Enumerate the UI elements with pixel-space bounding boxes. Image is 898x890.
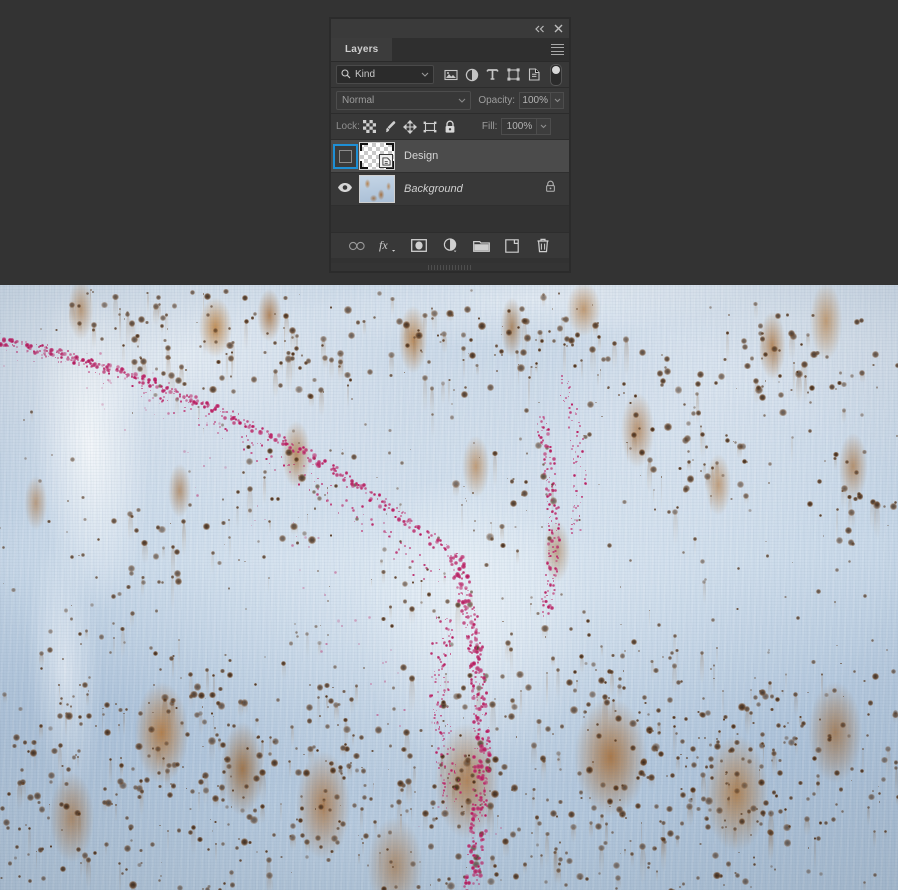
type-t-icon[interactable] xyxy=(482,65,503,84)
eye-icon[interactable] xyxy=(337,180,353,198)
close-icon[interactable] xyxy=(549,19,567,38)
shape-square-icon[interactable] xyxy=(503,65,524,84)
tab-layers-label: Layers xyxy=(345,44,379,55)
blend-mode-dropdown[interactable]: Normal xyxy=(336,91,472,110)
opacity-label: Opacity: xyxy=(478,95,515,106)
lock-icon[interactable] xyxy=(440,117,460,136)
fx-icon[interactable]: fx xyxy=(379,237,397,255)
svg-text:fx: fx xyxy=(379,238,388,252)
panel-titlebar[interactable] xyxy=(331,19,569,38)
panel-tab-bar: Layers xyxy=(331,38,569,62)
filter-kind-label: Kind xyxy=(355,69,376,80)
filter-type-buttons xyxy=(440,65,545,84)
layer-locked-lock-icon xyxy=(545,180,556,198)
lock-label: Lock: xyxy=(336,121,360,132)
folder-icon[interactable] xyxy=(472,237,490,255)
smart-object-badge-icon xyxy=(379,154,393,168)
image-icon[interactable] xyxy=(440,65,461,84)
opacity-stepper-chevron-down-icon[interactable] xyxy=(551,92,564,109)
layer-thumbnail-design[interactable] xyxy=(359,142,395,170)
adjustment-circle-icon[interactable] xyxy=(441,237,459,255)
layer-list: Design Background xyxy=(331,140,569,206)
layer-name-background[interactable]: Background xyxy=(404,183,545,195)
collapse-to-icons-icon[interactable] xyxy=(531,19,549,38)
smart-object-icon[interactable] xyxy=(524,65,545,84)
fill-input[interactable]: 100% xyxy=(501,118,538,135)
panel-footer-toolbar: fx xyxy=(331,232,569,258)
panel-menu-icon[interactable] xyxy=(551,44,564,55)
layer-thumbnail-background[interactable] xyxy=(359,175,395,203)
eye-hidden-icon[interactable] xyxy=(332,143,358,169)
layer-visibility-toggle-background[interactable] xyxy=(331,173,359,205)
toggle-knob xyxy=(552,65,560,74)
layers-panel: Layers Kind Normal Opacity: 100% Lock: F… xyxy=(330,18,570,272)
filter-kind-dropdown[interactable]: Kind xyxy=(336,65,434,84)
resize-grip[interactable] xyxy=(331,263,569,271)
link-icon[interactable] xyxy=(348,237,366,255)
artboard-icon[interactable] xyxy=(420,117,440,136)
tab-layers[interactable]: Layers xyxy=(331,38,393,61)
opacity-input[interactable]: 100% xyxy=(519,92,552,109)
resize-grip-marks xyxy=(428,264,472,270)
fill-label: Fill: xyxy=(481,121,498,132)
chevron-down-icon[interactable] xyxy=(421,70,429,79)
adjustment-circle-icon[interactable] xyxy=(461,65,482,84)
background-thumbnail-image xyxy=(360,176,394,202)
search-icon xyxy=(341,66,351,84)
move-arrows-icon[interactable] xyxy=(400,117,420,136)
layer-name-design[interactable]: Design xyxy=(404,150,569,162)
brush-icon[interactable] xyxy=(380,117,400,136)
chevron-down-icon[interactable] xyxy=(458,96,466,105)
new-layer-icon[interactable] xyxy=(503,237,521,255)
filter-enable-toggle[interactable] xyxy=(550,63,562,86)
layer-row-background[interactable]: Background xyxy=(331,173,569,206)
mask-icon[interactable] xyxy=(410,237,428,255)
lock-bar: Lock: Fill: 100% xyxy=(331,114,569,140)
texture-vignette xyxy=(0,285,898,890)
canvas-image-area[interactable] xyxy=(0,285,898,890)
blend-mode-bar: Normal Opacity: 100% xyxy=(331,88,569,114)
trash-icon[interactable] xyxy=(534,237,552,255)
filter-bar: Kind xyxy=(331,62,569,88)
layer-visibility-toggle-design[interactable] xyxy=(331,140,359,172)
blend-mode-value: Normal xyxy=(342,95,375,106)
checkerboard-icon[interactable] xyxy=(360,117,380,136)
app-window: Layers Kind Normal Opacity: 100% Lock: F… xyxy=(0,0,898,890)
layer-row-design[interactable]: Design xyxy=(331,140,569,173)
fill-stepper-chevron-down-icon[interactable] xyxy=(537,118,552,135)
